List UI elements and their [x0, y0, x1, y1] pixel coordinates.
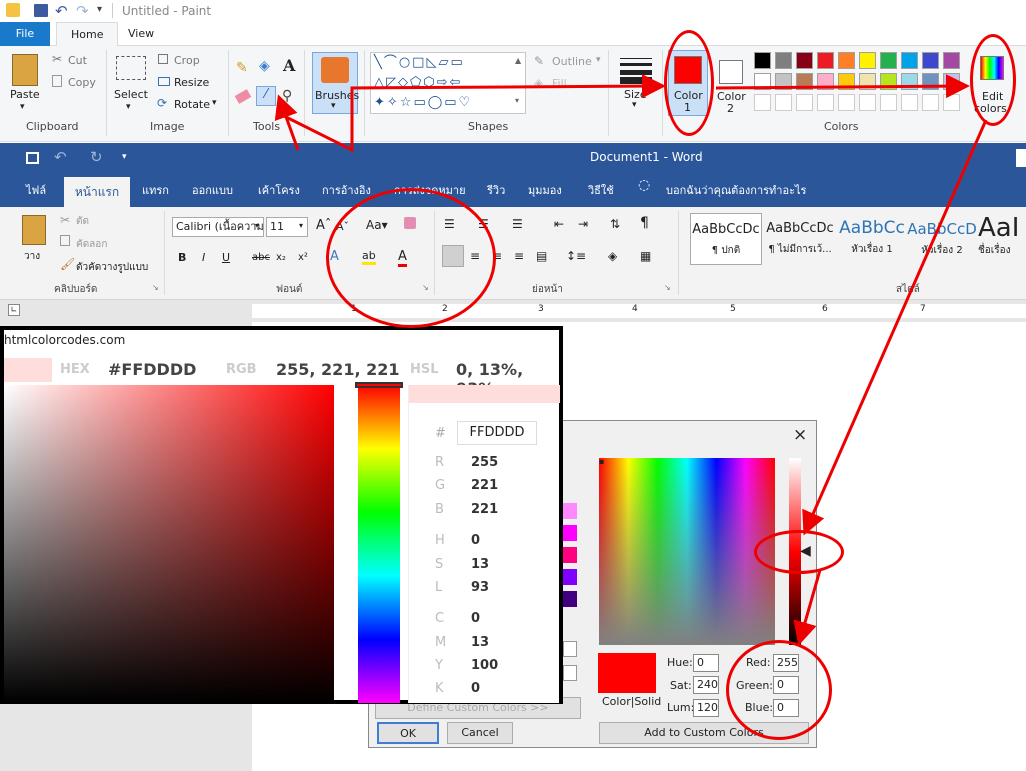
annotation-arrows — [274, 74, 988, 646]
arrow-to-edit-colors — [715, 74, 970, 99]
arrow-picker-to-color1 — [279, 74, 666, 153]
arrow-to-luminance — [802, 119, 988, 536]
arrow-to-picker — [274, 94, 300, 151]
arrow-to-rgb — [793, 569, 822, 646]
